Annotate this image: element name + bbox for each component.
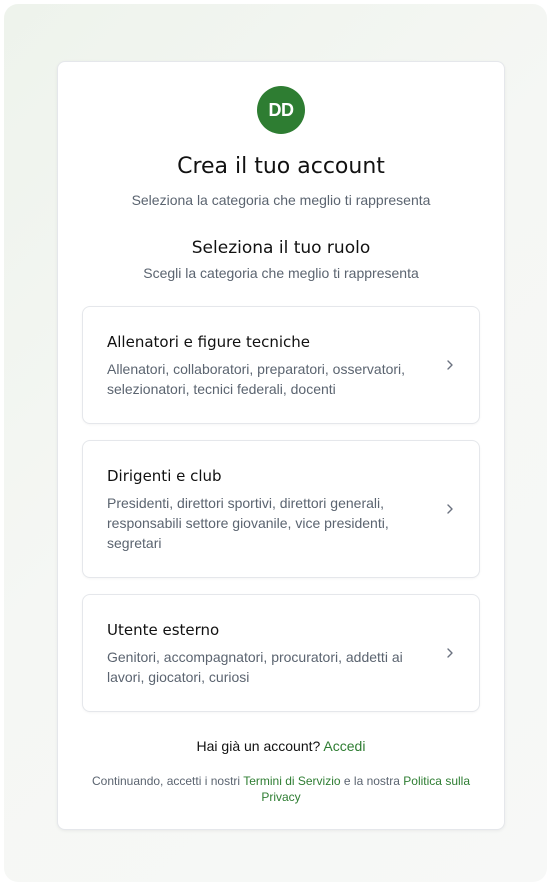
page-title: Crea il tuo account [177,154,385,179]
login-prompt: Hai già un account? Accedi [58,738,504,754]
chevron-right-icon [445,648,455,658]
terms-middle: e la nostra [343,774,400,788]
role-title: Allenatori e figure tecniche [107,333,311,351]
avatar: DD [257,86,305,134]
signup-card: DD Crea il tuo account Seleziona la cate… [57,61,505,830]
role-description: Presidenti, direttori sportivi, direttor… [107,495,389,551]
login-prompt-text: Hai già un account? [196,738,321,754]
role-description: Genitori, accompagnatori, procuratori, a… [107,649,403,685]
role-section-title: Seleziona il tuo ruolo [191,238,371,258]
role-title: Dirigenti e club [107,467,222,485]
terms-notice: Continuando, accetti i nostri Termini di… [82,773,480,805]
role-option-allenatori[interactable]: Allenatori e figure tecniche Allenatori,… [82,306,480,424]
page-background: DD Crea il tuo account Seleziona la cate… [4,4,547,882]
avatar-initials: DD [268,99,295,120]
login-link[interactable]: Accedi [323,738,365,754]
chevron-right-icon [445,360,455,370]
terms-prefix: Continuando, accetti i nostri [91,774,241,788]
page-subtitle: Seleziona la categoria che meglio ti rap… [131,192,431,208]
role-option-dirigenti[interactable]: Dirigenti e club Presidenti, direttori s… [82,440,480,578]
role-title: Utente esterno [107,621,220,639]
role-description: Allenatori, collaboratori, preparatori, … [107,361,406,397]
role-option-utente-esterno[interactable]: Utente esterno Genitori, accompagnatori,… [82,594,480,712]
chevron-right-icon [445,504,455,514]
role-section-subtitle: Scegli la categoria che meglio ti rappre… [143,265,419,281]
terms-of-service-link[interactable]: Termini di Servizio [243,774,340,788]
